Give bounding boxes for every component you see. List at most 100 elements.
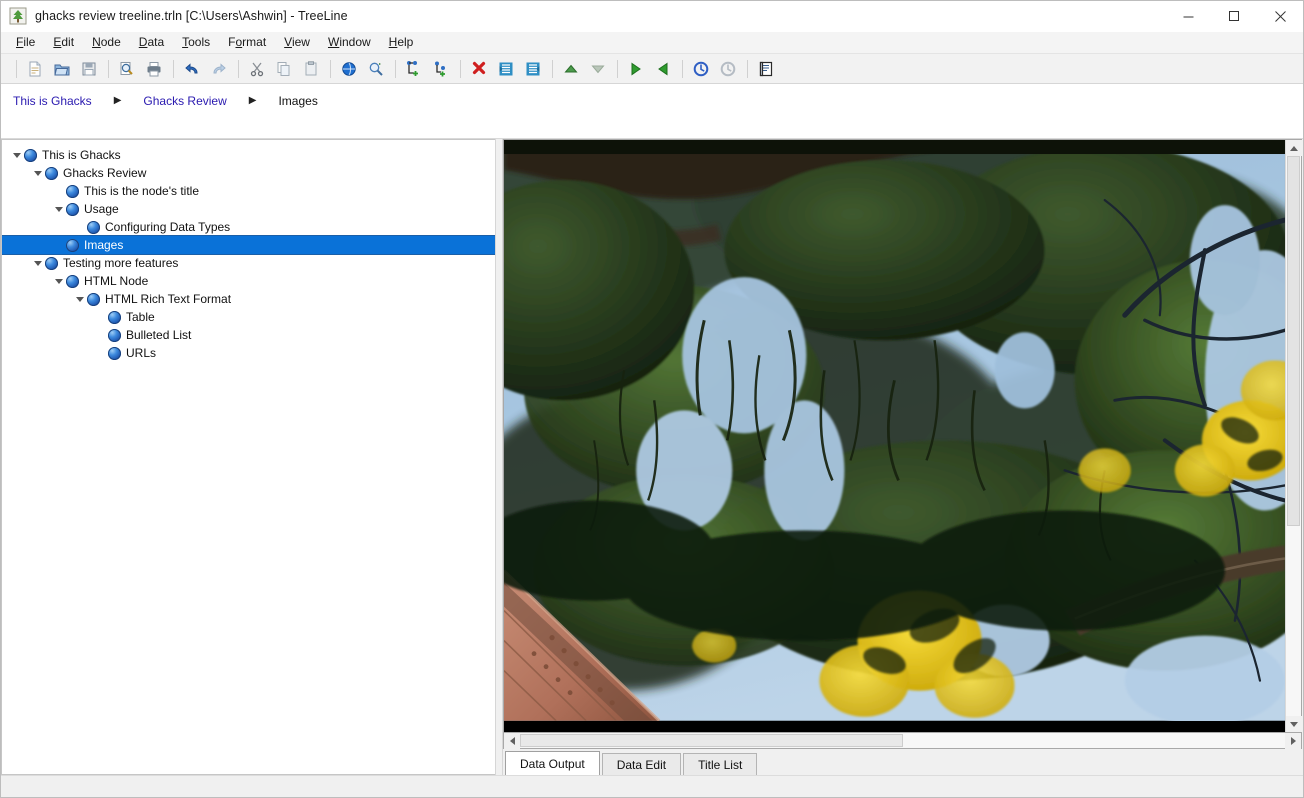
toolbar-separator [395, 60, 396, 78]
toolbar-separator [330, 60, 331, 78]
breadcrumb-item-1[interactable]: Ghacks Review [139, 92, 230, 110]
toolbar-separator [552, 60, 553, 78]
indent-node-icon[interactable] [493, 57, 519, 81]
output-tab-bar: Data Output Data Edit Title List [503, 749, 1302, 775]
node-bullet-icon [24, 149, 37, 162]
tree-node-label: URLs [126, 346, 164, 360]
close-button[interactable] [1257, 1, 1303, 32]
tab-data-edit[interactable]: Data Edit [602, 753, 681, 775]
menu-tools[interactable]: Tools [173, 33, 219, 52]
tree-node[interactable]: Ghacks Review [2, 164, 495, 182]
treeline-icon [9, 7, 27, 25]
chevron-down-icon[interactable] [52, 274, 66, 288]
next-selection-icon[interactable] [715, 57, 741, 81]
node-bullet-icon [66, 239, 79, 252]
node-bullet-icon [87, 293, 100, 306]
toolbar-handle [16, 60, 17, 78]
cut-icon[interactable] [244, 57, 270, 81]
show-child-pane-icon[interactable] [753, 57, 779, 81]
save-file-icon[interactable] [76, 57, 102, 81]
previous-selection-icon[interactable] [688, 57, 714, 81]
chevron-down-icon[interactable] [52, 202, 66, 216]
tab-data-output[interactable]: Data Output [505, 751, 600, 775]
tree-node[interactable]: This is the node's title [2, 182, 495, 200]
tree-node[interactable]: HTML Rich Text Format [2, 290, 495, 308]
spell-check-icon[interactable] [336, 57, 362, 81]
open-file-icon[interactable] [49, 57, 75, 81]
breadcrumb-item-0[interactable]: This is Ghacks [9, 92, 96, 110]
maximize-button[interactable] [1211, 1, 1257, 32]
tab-title-list[interactable]: Title List [683, 753, 757, 775]
tree-no-twisty [52, 238, 66, 252]
scroll-down-icon[interactable] [1286, 716, 1302, 732]
tool-bar [1, 54, 1303, 84]
breadcrumb-separator-1: ▶ [231, 92, 275, 110]
minimize-button[interactable] [1165, 1, 1211, 32]
insert-child-node-icon[interactable] [428, 57, 454, 81]
toolbar-separator [173, 60, 174, 78]
tree-node[interactable]: Configuring Data Types [2, 218, 495, 236]
chevron-down-icon[interactable] [31, 256, 45, 270]
window-controls [1165, 1, 1303, 32]
tree-node[interactable]: URLs [2, 344, 495, 362]
tree-view[interactable]: This is Ghacks Ghacks ReviewThis is the n… [2, 140, 495, 362]
move-node-up-icon[interactable] [558, 57, 584, 81]
toolbar-separator [460, 60, 461, 78]
paste-icon[interactable] [298, 57, 324, 81]
move-node-down-icon[interactable] [585, 57, 611, 81]
menu-edit[interactable]: Edit [44, 33, 83, 52]
scroll-right-icon[interactable] [1285, 733, 1301, 749]
tree-node[interactable]: Testing more features [2, 254, 495, 272]
viewer-horizontal-scrollbar[interactable] [503, 733, 1302, 749]
chevron-down-icon[interactable] [73, 292, 87, 306]
new-file-icon[interactable] [22, 57, 48, 81]
tree-node[interactable]: Table [2, 308, 495, 326]
menu-file[interactable]: File [7, 33, 44, 52]
toolbar-separator [747, 60, 748, 78]
menu-view[interactable]: View [275, 33, 319, 52]
print-icon[interactable] [141, 57, 167, 81]
find-replace-icon[interactable] [363, 57, 389, 81]
menu-format[interactable]: Format [219, 33, 275, 52]
expand-branch-icon[interactable] [623, 57, 649, 81]
main-split: This is Ghacks Ghacks ReviewThis is the n… [1, 139, 1303, 775]
breadcrumb-separator-0: ▶ [96, 92, 140, 110]
redo-icon[interactable] [206, 57, 232, 81]
insert-sibling-node-icon[interactable] [401, 57, 427, 81]
delete-node-icon[interactable] [466, 57, 492, 81]
breadcrumb: This is Ghacks ▶ Ghacks Review ▶ Images [1, 84, 1303, 139]
tree-node-label: Bulleted List [126, 328, 199, 342]
horizontal-scroll-thumb[interactable] [520, 734, 903, 747]
menu-window[interactable]: Window [319, 33, 380, 52]
tree-node-selected[interactable]: Images [2, 236, 495, 254]
print-preview-icon[interactable] [114, 57, 140, 81]
tree-node-label: HTML Rich Text Format [105, 292, 239, 306]
image-display-area[interactable] [504, 140, 1285, 732]
tree-node-label: This is Ghacks [42, 148, 129, 162]
tree-node[interactable]: HTML Node [2, 272, 495, 290]
collapse-branch-icon[interactable] [650, 57, 676, 81]
menu-data[interactable]: Data [130, 33, 173, 52]
vertical-scroll-track[interactable] [1286, 156, 1301, 716]
unindent-node-icon[interactable] [520, 57, 546, 81]
tree-node[interactable]: This is Ghacks [2, 146, 495, 164]
chevron-down-icon[interactable] [10, 148, 24, 162]
tree-node[interactable]: Usage [2, 200, 495, 218]
tree-node-label: Table [126, 310, 163, 324]
viewer-vertical-scrollbar[interactable] [1285, 140, 1301, 732]
node-bullet-icon [66, 185, 79, 198]
panel-splitter[interactable] [495, 139, 503, 775]
menu-help[interactable]: Help [380, 33, 423, 52]
toolbar-separator [682, 60, 683, 78]
horizontal-scroll-track[interactable] [520, 733, 1285, 748]
node-bullet-icon [66, 275, 79, 288]
vertical-scroll-thumb[interactable] [1287, 156, 1300, 526]
scroll-left-icon[interactable] [504, 733, 520, 749]
undo-icon[interactable] [179, 57, 205, 81]
scroll-up-icon[interactable] [1286, 140, 1302, 156]
tree-panel[interactable]: This is Ghacks Ghacks ReviewThis is the n… [1, 139, 495, 775]
chevron-down-icon[interactable] [31, 166, 45, 180]
tree-node[interactable]: Bulleted List [2, 326, 495, 344]
menu-node[interactable]: Node [83, 33, 130, 52]
copy-icon[interactable] [271, 57, 297, 81]
